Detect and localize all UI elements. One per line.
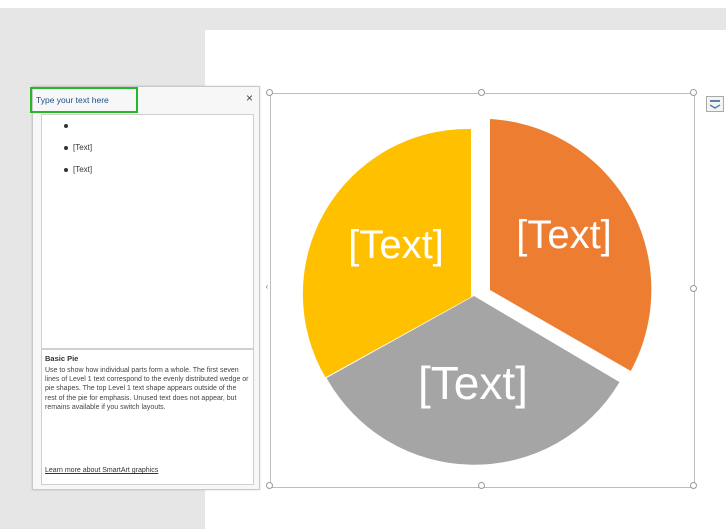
yellow-slice-label[interactable]: [Text] [348, 223, 444, 267]
orange-slice-label[interactable]: [Text] [516, 213, 612, 257]
pie-graphic: [Text] [Text] [Text] [302, 119, 652, 465]
gray-slice-label[interactable]: [Text] [418, 357, 528, 409]
